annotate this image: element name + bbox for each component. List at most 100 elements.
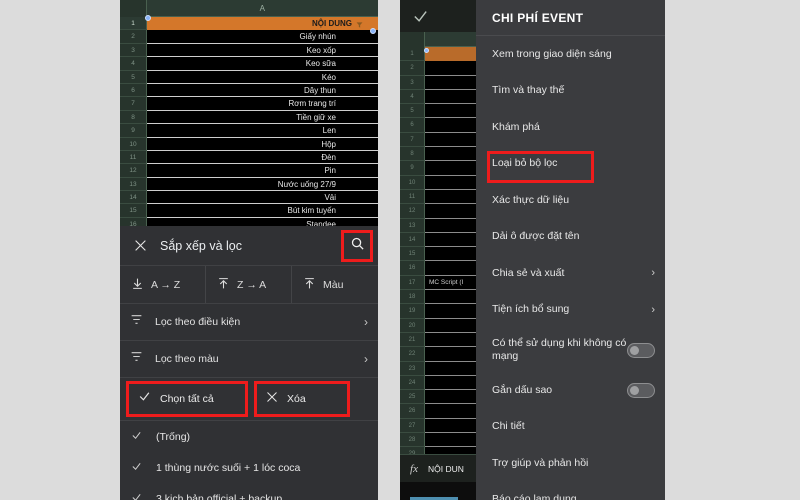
row-number[interactable]: 23 [400, 361, 425, 376]
filter-by-color-row[interactable]: Lọc theo màu › [120, 341, 378, 378]
left-column-a-label[interactable]: A [147, 0, 378, 17]
menu-item[interactable]: Gắn dấu sao [476, 372, 665, 409]
row-number[interactable]: 14 [400, 232, 425, 248]
menu-item[interactable]: Có thể sử dụng khi không có mạng [476, 328, 665, 372]
menu-item[interactable]: Chi tiết [476, 409, 665, 446]
table-row[interactable]: 4 Keo sữa [120, 57, 378, 71]
menu-item[interactable]: Khám phá [476, 109, 665, 146]
cell-value[interactable]: NỘI DUNG [147, 17, 378, 31]
filter-value-item[interactable]: (Trống) [120, 421, 378, 452]
row-number[interactable]: 2 [400, 61, 425, 76]
search-icon[interactable] [350, 236, 365, 256]
filter-value-item[interactable]: 3 kịch bản official + backup [120, 483, 378, 500]
row-number[interactable]: 25 [400, 390, 425, 405]
row-number[interactable]: 2 [120, 30, 147, 44]
row-number[interactable]: 9 [120, 124, 147, 138]
selection-handle-bottom[interactable] [370, 28, 376, 34]
cell-value[interactable]: Tiền giữ xe [147, 110, 378, 125]
sort-a-to-z-button[interactable]: A → Z [120, 266, 206, 303]
table-row[interactable]: 10 Hộp [120, 137, 378, 151]
select-all-button[interactable]: Chọn tất cả [126, 381, 248, 417]
cell-value[interactable]: Nước uống 27/9 [147, 177, 378, 192]
row-number[interactable]: 13 [120, 177, 147, 192]
row-number[interactable]: 15 [120, 204, 147, 218]
cell-value[interactable]: Kéo [147, 70, 378, 84]
row-number[interactable]: 3 [400, 75, 425, 90]
cell-value[interactable]: Dây thun [147, 83, 378, 98]
cell-value[interactable]: Bút kim tuyến [147, 204, 378, 218]
close-icon[interactable] [120, 239, 160, 252]
menu-item[interactable]: Tìm và thay thế [476, 73, 665, 110]
row-number[interactable]: 15 [400, 247, 425, 262]
row-number[interactable]: 20 [400, 318, 425, 333]
table-row[interactable]: 11 Đèn [120, 150, 378, 165]
menu-item[interactable]: Chia sẻ và xuất › [476, 255, 665, 292]
row-number[interactable]: 11 [120, 150, 147, 165]
cell-value[interactable]: Rơm trang trí [147, 97, 378, 111]
row-number[interactable]: 27 [400, 418, 425, 434]
row-number[interactable]: 13 [400, 218, 425, 233]
table-row[interactable]: 5 Kéo [120, 70, 378, 84]
clear-button[interactable]: Xóa [254, 381, 350, 417]
row-number[interactable]: 6 [400, 118, 425, 133]
table-row[interactable]: 7 Rơm trang trí [120, 97, 378, 111]
row-number[interactable]: 18 [400, 290, 425, 305]
menu-item[interactable]: Xem trong giao diện sáng [476, 36, 665, 73]
row-number[interactable]: 26 [400, 404, 425, 419]
check-icon[interactable] [412, 8, 429, 30]
row-number[interactable]: 8 [400, 147, 425, 162]
table-row[interactable]: 3 Keo xốp [120, 43, 378, 58]
cell-value[interactable]: Vải [147, 191, 378, 205]
row-number[interactable]: 17 [400, 275, 425, 291]
cell-value[interactable]: Keo sữa [147, 57, 378, 71]
cell-value[interactable]: Giấy nhún [147, 30, 378, 44]
table-row[interactable]: 14 Vải [120, 191, 378, 205]
table-row[interactable]: 13 Nước uống 27/9 [120, 177, 378, 192]
table-row[interactable]: 9 Len [120, 124, 378, 138]
left-sheet-corner[interactable] [120, 0, 147, 17]
row-number[interactable]: 19 [400, 304, 425, 319]
selection-handle-top[interactable] [145, 15, 151, 21]
menu-item[interactable]: Xác thực dữ liệu [476, 182, 665, 219]
cell-value[interactable]: Keo xốp [147, 43, 378, 58]
menu-item[interactable]: Tiện ích bổ sung › [476, 292, 665, 329]
cell-value[interactable]: Pin [147, 164, 378, 178]
row-number[interactable]: 4 [400, 89, 425, 105]
cell-value[interactable]: Len [147, 124, 378, 138]
cell-value[interactable]: Hộp [147, 137, 378, 151]
row-number[interactable]: 1 [120, 17, 147, 31]
row-number[interactable]: 9 [400, 161, 425, 176]
row-number[interactable]: 7 [120, 97, 147, 111]
row-number[interactable]: 28 [400, 433, 425, 448]
row-number[interactable]: 10 [120, 137, 147, 151]
toggle-switch[interactable] [627, 342, 655, 358]
row-number[interactable]: 5 [120, 70, 147, 84]
row-number[interactable]: 3 [120, 43, 147, 58]
right-sheet-corner[interactable] [400, 32, 425, 47]
menu-item[interactable]: Loại bỏ bộ lọc [476, 146, 665, 182]
menu-item[interactable]: Dải ô được đặt tên [476, 219, 665, 256]
row-number[interactable]: 8 [120, 110, 147, 125]
toggle-switch[interactable] [627, 382, 655, 398]
table-row[interactable]: 15 Bút kim tuyến [120, 204, 378, 218]
filter-value-item[interactable]: 1 thùng nước suối + 1 lóc coca [120, 452, 378, 483]
table-row[interactable]: 8 Tiền giữ xe [120, 110, 378, 125]
row-number[interactable]: 5 [400, 104, 425, 119]
row-number[interactable]: 24 [400, 375, 425, 391]
row-number[interactable]: 16 [400, 261, 425, 276]
table-row[interactable]: 6 Dây thun [120, 83, 378, 98]
sort-by-color-button[interactable]: Màu [292, 266, 378, 303]
row-number[interactable]: 10 [400, 175, 425, 190]
cell-value[interactable]: Đèn [147, 150, 378, 165]
left-sheet-header-row[interactable]: 1 NỘI DUNG [120, 17, 378, 31]
row-number[interactable]: 1 [400, 47, 425, 62]
row-number[interactable]: 21 [400, 332, 425, 348]
selection-handle[interactable] [424, 48, 429, 53]
table-row[interactable]: 2 Giấy nhún [120, 30, 378, 44]
row-number[interactable]: 4 [120, 57, 147, 71]
filter-by-condition-row[interactable]: Lọc theo điều kiện › [120, 304, 378, 341]
sort-z-to-a-button[interactable]: Z → A [206, 266, 292, 303]
row-number[interactable]: 12 [120, 164, 147, 178]
row-number[interactable]: 7 [400, 132, 425, 148]
row-number[interactable]: 6 [120, 83, 147, 98]
